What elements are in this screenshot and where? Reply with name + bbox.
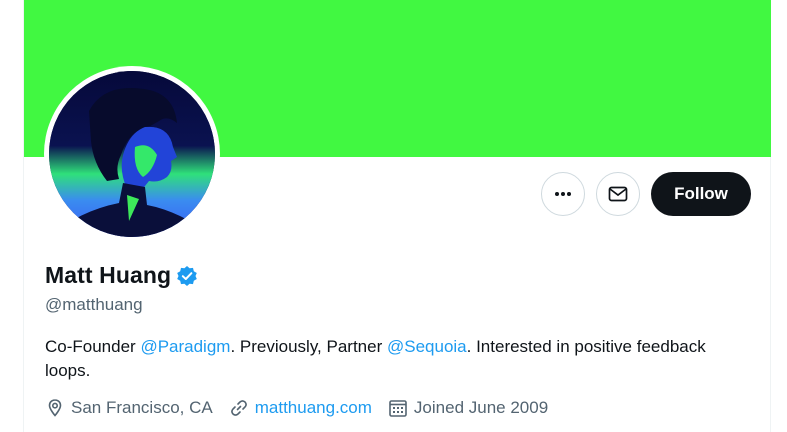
mention-paradigm-link[interactable]: @Paradigm	[140, 337, 230, 356]
location-item: San Francisco, CA	[45, 398, 213, 418]
user-handle: @matthuang	[45, 295, 143, 314]
more-options-button[interactable]	[541, 172, 585, 216]
bio-text: . Previously, Partner	[230, 337, 387, 356]
avatar[interactable]	[49, 71, 215, 237]
location-text: San Francisco, CA	[71, 398, 213, 417]
joined-date: Joined June 2009	[413, 398, 549, 417]
link-icon	[230, 400, 247, 416]
avatar-illustration	[49, 71, 215, 237]
profile-meta: San Francisco, CA matthuang.com Joined J…	[45, 398, 564, 418]
mention-sequoia-link[interactable]: @Sequoia	[387, 337, 467, 356]
website-item: matthuang.com	[229, 398, 372, 418]
name-row: Matt Huang	[45, 262, 198, 289]
verified-badge-icon[interactable]	[176, 265, 198, 287]
bio-text: Co-Founder	[45, 337, 141, 356]
follow-button[interactable]: Follow	[651, 172, 751, 216]
joined-item: Joined June 2009	[388, 398, 548, 418]
bio: Co-Founder @Paradigm. Previously, Partne…	[45, 335, 725, 383]
more-horizontal-icon	[555, 192, 571, 196]
location-pin-icon	[48, 399, 62, 417]
envelope-icon	[608, 186, 628, 202]
website-link[interactable]: matthuang.com	[255, 398, 372, 418]
calendar-icon	[389, 400, 407, 417]
display-name: Matt Huang	[45, 262, 172, 288]
message-button[interactable]	[596, 172, 640, 216]
